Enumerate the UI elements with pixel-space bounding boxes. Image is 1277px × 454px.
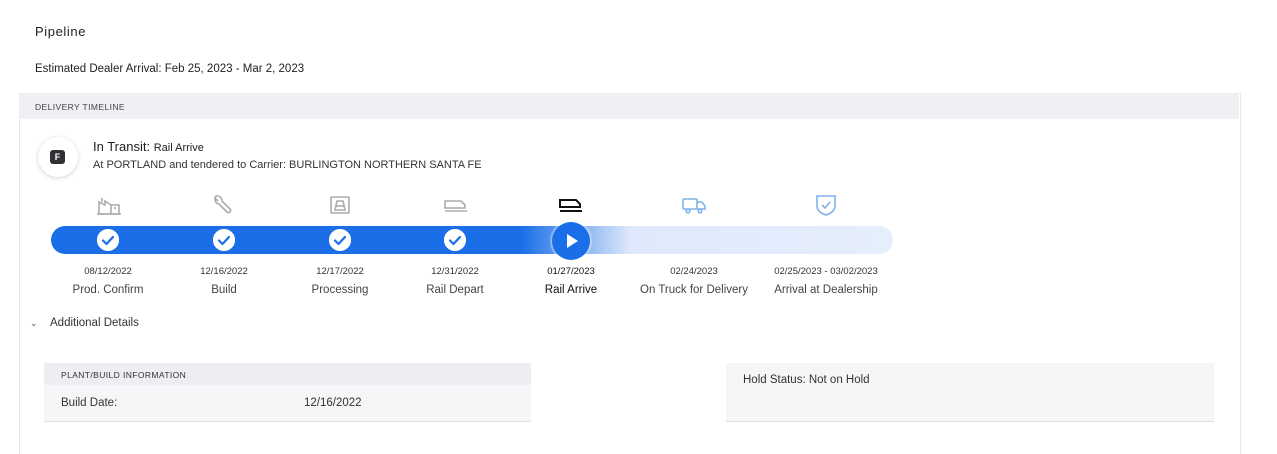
step-label: On Truck for Delivery — [640, 284, 748, 296]
step-complete-check-icon — [97, 229, 119, 251]
transit-status-prefix: In Transit: — [93, 139, 154, 154]
transit-status: In Transit: Rail Arrive — [93, 139, 204, 154]
plant-build-title: PLANT/BUILD INFORMATION — [61, 370, 187, 380]
factory-icon — [95, 193, 123, 217]
build-date-label: Build Date: — [61, 397, 118, 409]
rail-car-icon — [557, 193, 585, 217]
step-date: 02/25/2023 - 03/02/2023 — [774, 266, 878, 277]
delivery-timeline-header — [19, 93, 1239, 119]
transit-status-detail: At PORTLAND and tendered to Carrier: BUR… — [93, 159, 482, 171]
step-date-current: 01/27/2023 — [547, 266, 595, 277]
step-date: 02/24/2023 — [670, 266, 718, 277]
rail-car-icon — [442, 193, 470, 217]
estimated-arrival: Estimated Dealer Arrival: Feb 25, 2023 -… — [35, 63, 305, 75]
step-label: Arrival at Dealership — [774, 284, 878, 296]
page-title: Pipeline — [35, 24, 87, 39]
step-complete-check-icon — [329, 229, 351, 251]
hold-status: Hold Status: Not on Hold — [743, 374, 870, 386]
build-date-value: 12/16/2022 — [304, 397, 362, 409]
chevron-down-icon: ⌄ — [30, 318, 38, 328]
shield-check-icon — [812, 193, 840, 217]
car-seat-icon — [326, 193, 354, 217]
truck-icon — [680, 193, 708, 217]
transit-status-value: Rail Arrive — [153, 142, 204, 154]
delivery-timeline-title: DELIVERY TIMELINE — [35, 102, 125, 112]
hold-status-panel — [726, 363, 1214, 422]
brand-logo-icon: F — [50, 150, 65, 164]
step-complete-check-icon — [213, 229, 235, 251]
additional-details-label: Additional Details — [50, 317, 139, 329]
step-complete-check-icon — [444, 229, 466, 251]
progress-track — [51, 226, 893, 254]
additional-details-toggle[interactable]: ⌄ Additional Details — [30, 317, 139, 329]
wrench-icon — [210, 193, 238, 217]
current-step-play-icon — [552, 222, 590, 260]
